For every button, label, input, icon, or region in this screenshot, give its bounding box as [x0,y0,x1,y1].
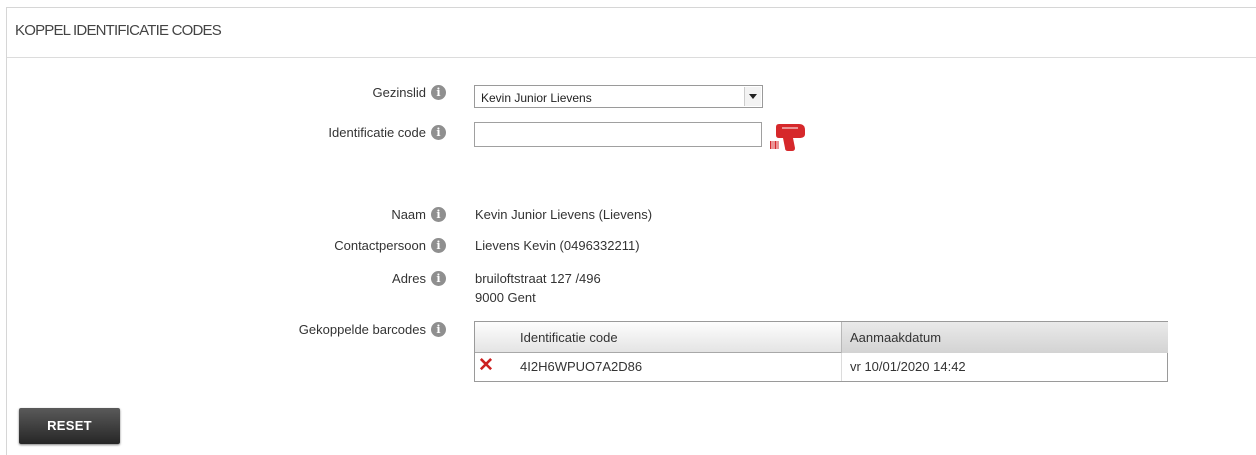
contact-label: Contactpersoon [334,238,426,254]
gezinslid-label: Gezinslid [372,85,426,101]
naam-value: Kevin Junior Lievens (Lievens) [475,207,653,222]
row-code: 4I2H6WPUO7A2D86 [520,359,643,374]
code-label: Identificatie code [328,125,426,141]
naam-label-row: Naam i [0,206,446,223]
table-row: ✕ 4I2H6WPUO7A2D86 vr 10/01/2020 14:42 [475,353,1167,381]
gezinslid-label-row: Gezinslid i [0,84,446,101]
table-header: Identificatie code Aanmaakdatum [475,322,1168,353]
gezinslid-selected-value: Kevin Junior Lievens [481,91,592,105]
code-label-row: Identificatie code i [0,124,446,141]
identificatie-code-input[interactable] [474,122,762,147]
barcodes-label: Gekoppelde barcodes [298,322,426,338]
adres-line2: 9000 Gent [475,290,536,305]
panel-title: KOPPEL IDENTIFICATIE CODES [15,22,222,39]
delete-x-icon[interactable]: ✕ [475,353,497,381]
info-icon[interactable]: i [431,125,446,141]
naam-label: Naam [391,207,426,223]
barcodes-table: Identificatie code Aanmaakdatum ✕ 4I2H6W… [474,321,1168,382]
adres-line1: bruiloftstraat 127 /496 [475,271,601,286]
reset-button[interactable]: RESET [19,408,120,444]
adres-label-row: Adres i [0,270,446,287]
header-identificatie-code[interactable]: Identificatie code [520,322,618,353]
header-aanmaakdatum[interactable]: Aanmaakdatum [841,322,1168,353]
info-icon[interactable]: i [431,322,446,338]
info-icon[interactable]: i [431,238,446,254]
barcodes-label-row: Gekoppelde barcodes i [0,321,446,338]
title-divider [7,57,1256,58]
contact-label-row: Contactpersoon i [0,237,446,254]
info-icon[interactable]: i [431,85,446,101]
info-icon[interactable]: i [431,271,446,287]
adres-label: Adres [392,271,426,287]
info-icon[interactable]: i [431,207,446,223]
contact-value: Lievens Kevin (0496332211) [475,238,640,253]
barcode-scanner-icon[interactable] [769,122,809,152]
row-date: vr 10/01/2020 14:42 [841,353,1168,381]
koppel-panel: KOPPEL IDENTIFICATIE CODES [6,7,1256,455]
chevron-down-icon[interactable] [744,87,761,106]
gezinslid-select[interactable]: Kevin Junior Lievens [474,85,763,108]
